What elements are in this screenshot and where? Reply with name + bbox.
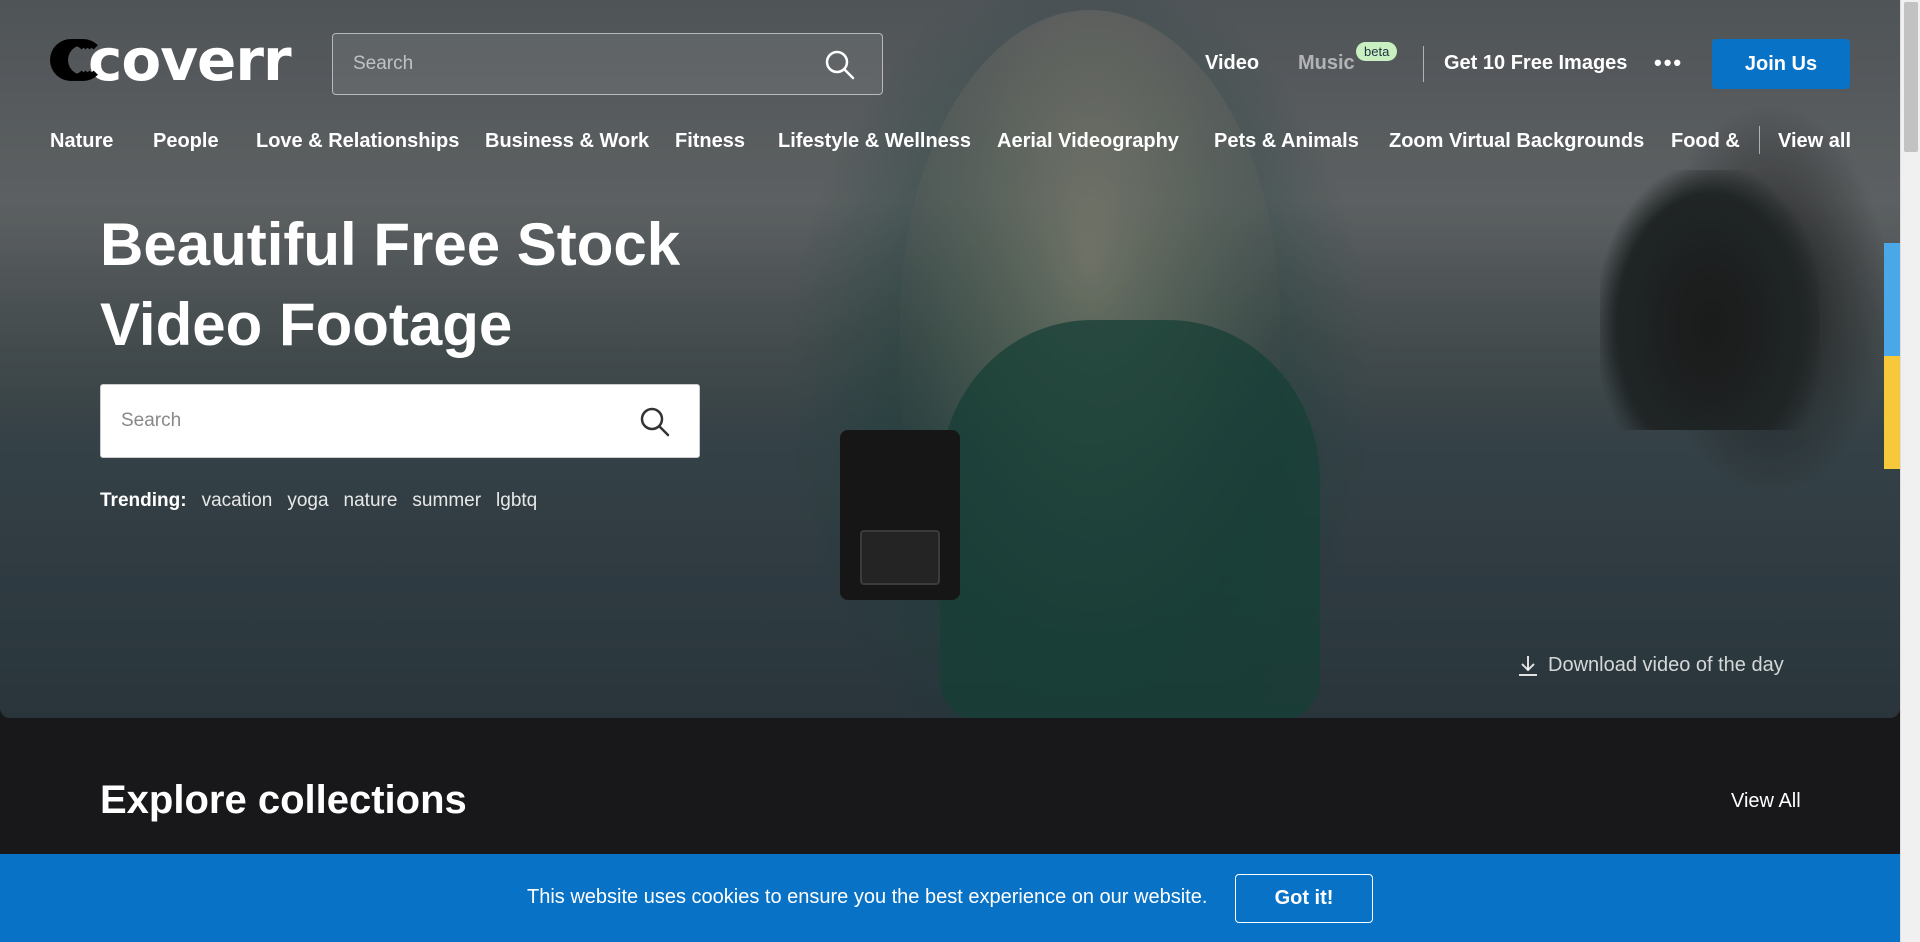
trending-tag[interactable]: nature (344, 490, 398, 512)
cookie-banner: This website uses cookies to ensure you … (0, 854, 1900, 942)
more-menu-icon[interactable]: ••• (1654, 50, 1683, 76)
nav-video[interactable]: Video (1205, 52, 1259, 75)
search-icon[interactable] (639, 406, 671, 438)
scrollbar-thumb[interactable] (1904, 2, 1918, 152)
hero-search (100, 384, 700, 458)
nav-music[interactable]: Music (1298, 52, 1355, 75)
download-label: Download video of the day (1548, 654, 1784, 676)
beta-badge: beta (1356, 42, 1398, 61)
join-us-button[interactable]: Join Us (1712, 39, 1850, 89)
collections-view-all[interactable]: View All (1731, 790, 1801, 813)
trending-list: Trending: vacation yoga nature summer lg… (100, 490, 537, 512)
category-food[interactable]: Food & (1671, 130, 1740, 153)
view-all-categories[interactable]: View all (1778, 130, 1851, 153)
hero-title: Beautiful Free Stock Video Footage (100, 211, 681, 358)
trending-label: Trending: (100, 490, 187, 511)
category-lifestyle-wellness[interactable]: Lifestyle & Wellness (778, 130, 971, 153)
download-video-of-day[interactable]: Download video of the day (1518, 654, 1784, 677)
nav-divider (1423, 46, 1424, 82)
cookie-message: This website uses cookies to ensure you … (527, 886, 1208, 908)
category-business-work[interactable]: Business & Work (485, 130, 649, 153)
category-love-relationships[interactable]: Love & Relationships (256, 130, 459, 153)
page: coverr Video Music beta Get 10 Free Imag… (0, 0, 1900, 942)
trending-tag[interactable]: vacation (202, 490, 273, 512)
collections-title: Explore collections (100, 778, 467, 822)
trending-tag[interactable]: summer (412, 490, 481, 512)
category-nature[interactable]: Nature (50, 130, 113, 153)
cookie-accept-button[interactable]: Got it! (1235, 874, 1373, 923)
side-accent-yellow (1884, 356, 1900, 469)
download-icon (1519, 655, 1537, 676)
nav-free-images[interactable]: Get 10 Free Images (1444, 52, 1627, 75)
page-scrollbar[interactable] (1900, 0, 1920, 942)
header-search (332, 33, 883, 95)
logo-wordmark: coverr (88, 26, 292, 94)
trending-tag[interactable]: yoga (287, 490, 328, 512)
hero-section: coverr Video Music beta Get 10 Free Imag… (0, 0, 1900, 718)
header-search-input[interactable] (353, 34, 813, 94)
trending-tag[interactable]: lgbtq (496, 490, 537, 512)
coverr-logo[interactable]: coverr (50, 26, 292, 94)
search-icon[interactable] (824, 49, 856, 81)
category-pets-animals[interactable]: Pets & Animals (1214, 130, 1359, 153)
logo-rings-icon (50, 35, 104, 85)
category-fitness[interactable]: Fitness (675, 130, 745, 153)
category-zoom-backgrounds[interactable]: Zoom Virtual Backgrounds (1389, 130, 1644, 153)
hero-search-input[interactable] (121, 385, 621, 457)
category-divider (1759, 126, 1760, 154)
category-aerial-videography[interactable]: Aerial Videography (997, 130, 1179, 153)
category-people[interactable]: People (153, 130, 219, 153)
side-accent-blue (1884, 243, 1900, 356)
